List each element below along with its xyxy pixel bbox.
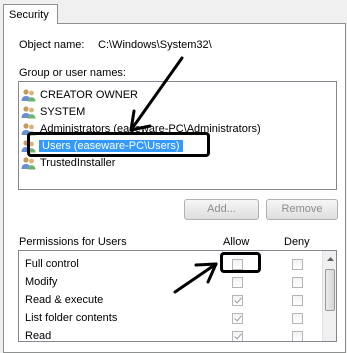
remove-button[interactable]: Remove: [266, 199, 338, 220]
group-users-label: Group or user names:: [19, 67, 126, 79]
annotation-highlight-full-control: [220, 252, 261, 273]
deny-checkbox-read[interactable]: [292, 331, 303, 341]
permission-label: Modify: [25, 276, 58, 288]
permissions-list: Full control Modify Read & execute List …: [18, 250, 337, 342]
list-item-label: TrustedInstaller: [40, 156, 116, 169]
allow-checkbox-modify[interactable]: [232, 277, 243, 288]
add-button[interactable]: Add...: [184, 199, 259, 220]
tab-security-label: Security: [9, 9, 49, 21]
list-item-label: CREATOR OWNER: [40, 88, 138, 101]
permission-label: Full control: [25, 258, 79, 270]
list-item-system[interactable]: SYSTEM: [21, 103, 334, 120]
remove-button-label: Remove: [281, 203, 323, 215]
users-icon: [21, 105, 36, 119]
deny-header: Deny: [284, 236, 310, 248]
allow-header: Allow: [223, 236, 250, 248]
permission-row-read-execute: Read & execute: [25, 291, 103, 309]
annotation-highlight-users: [27, 132, 210, 157]
object-name-value: C:\Windows\System32\: [98, 39, 212, 51]
deny-checkbox-modify[interactable]: [292, 277, 303, 288]
list-item-label: SYSTEM: [40, 105, 86, 118]
deny-checkbox-list-folder-contents[interactable]: [292, 313, 303, 324]
permission-row-modify: Modify: [25, 273, 57, 291]
scrollbar-thumb[interactable]: [325, 269, 335, 311]
list-item-creator-owner[interactable]: CREATOR OWNER: [21, 86, 334, 103]
add-button-label: Add...: [207, 203, 236, 215]
object-name-label: Object name:: [19, 39, 85, 51]
permission-label: Read: [25, 330, 52, 342]
permission-label: Read & execute: [25, 294, 104, 306]
deny-checkbox-read-execute[interactable]: [292, 295, 303, 306]
permission-row-full-control: Full control: [25, 255, 79, 273]
deny-checkbox-full-control[interactable]: [292, 259, 303, 270]
permission-row-list-folder-contents: List folder contents: [25, 309, 117, 327]
allow-checkbox-read[interactable]: [232, 331, 243, 341]
allow-checkbox-read-execute[interactable]: [232, 295, 243, 306]
users-icon: [21, 88, 36, 102]
allow-checkbox-list-folder-contents[interactable]: [232, 313, 243, 324]
users-icon: [21, 156, 36, 170]
permission-label: List folder contents: [25, 312, 118, 324]
group-users-label-text: Group or user names:: [19, 67, 126, 79]
scroll-up-icon[interactable]: [323, 253, 337, 265]
tab-security[interactable]: Security: [3, 4, 58, 24]
permissions-title: Permissions for Users: [19, 236, 127, 248]
permissions-scrollbar[interactable]: [322, 251, 337, 341]
permission-row-read: Read: [25, 327, 52, 342]
